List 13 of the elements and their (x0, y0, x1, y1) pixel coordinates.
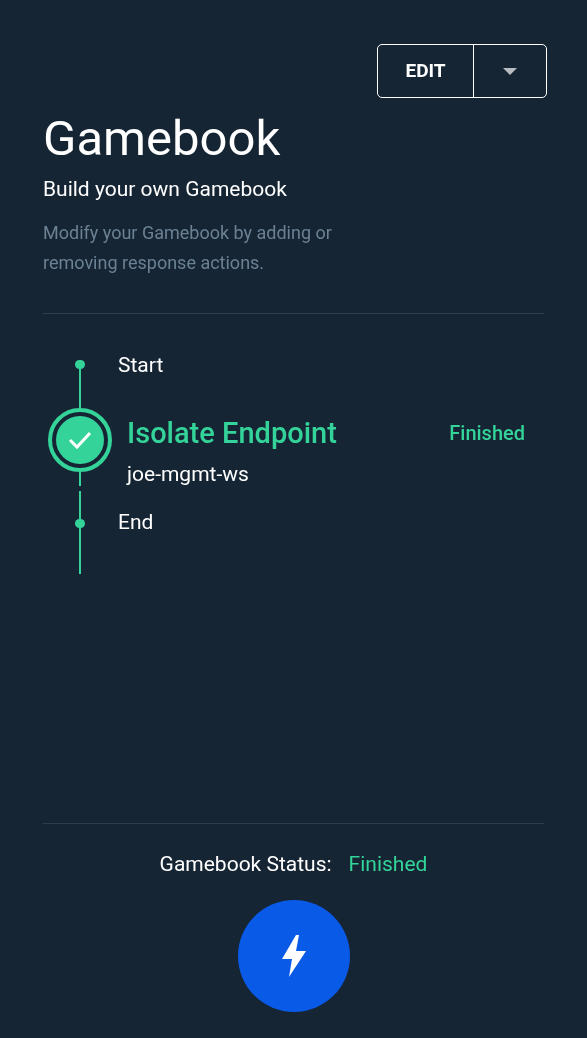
action-status: Finished (449, 420, 525, 448)
step-label: Start (118, 352, 164, 377)
action-target: joe-mgmt-ws (127, 461, 250, 488)
page-title: Gamebook (43, 110, 282, 168)
action-title: Isolate Endpoint (127, 414, 337, 452)
step-label: End (118, 509, 154, 534)
page-subtitle: Build your own Gamebook (43, 176, 288, 203)
page-description: Modify your Gamebook by adding or removing response actions. (43, 220, 333, 275)
status-value: Finished (348, 850, 428, 878)
status-label: Gamebook Status: (159, 850, 332, 878)
lightning-icon (281, 935, 306, 977)
check-icon (68, 429, 92, 450)
caret-icon (503, 67, 517, 75)
